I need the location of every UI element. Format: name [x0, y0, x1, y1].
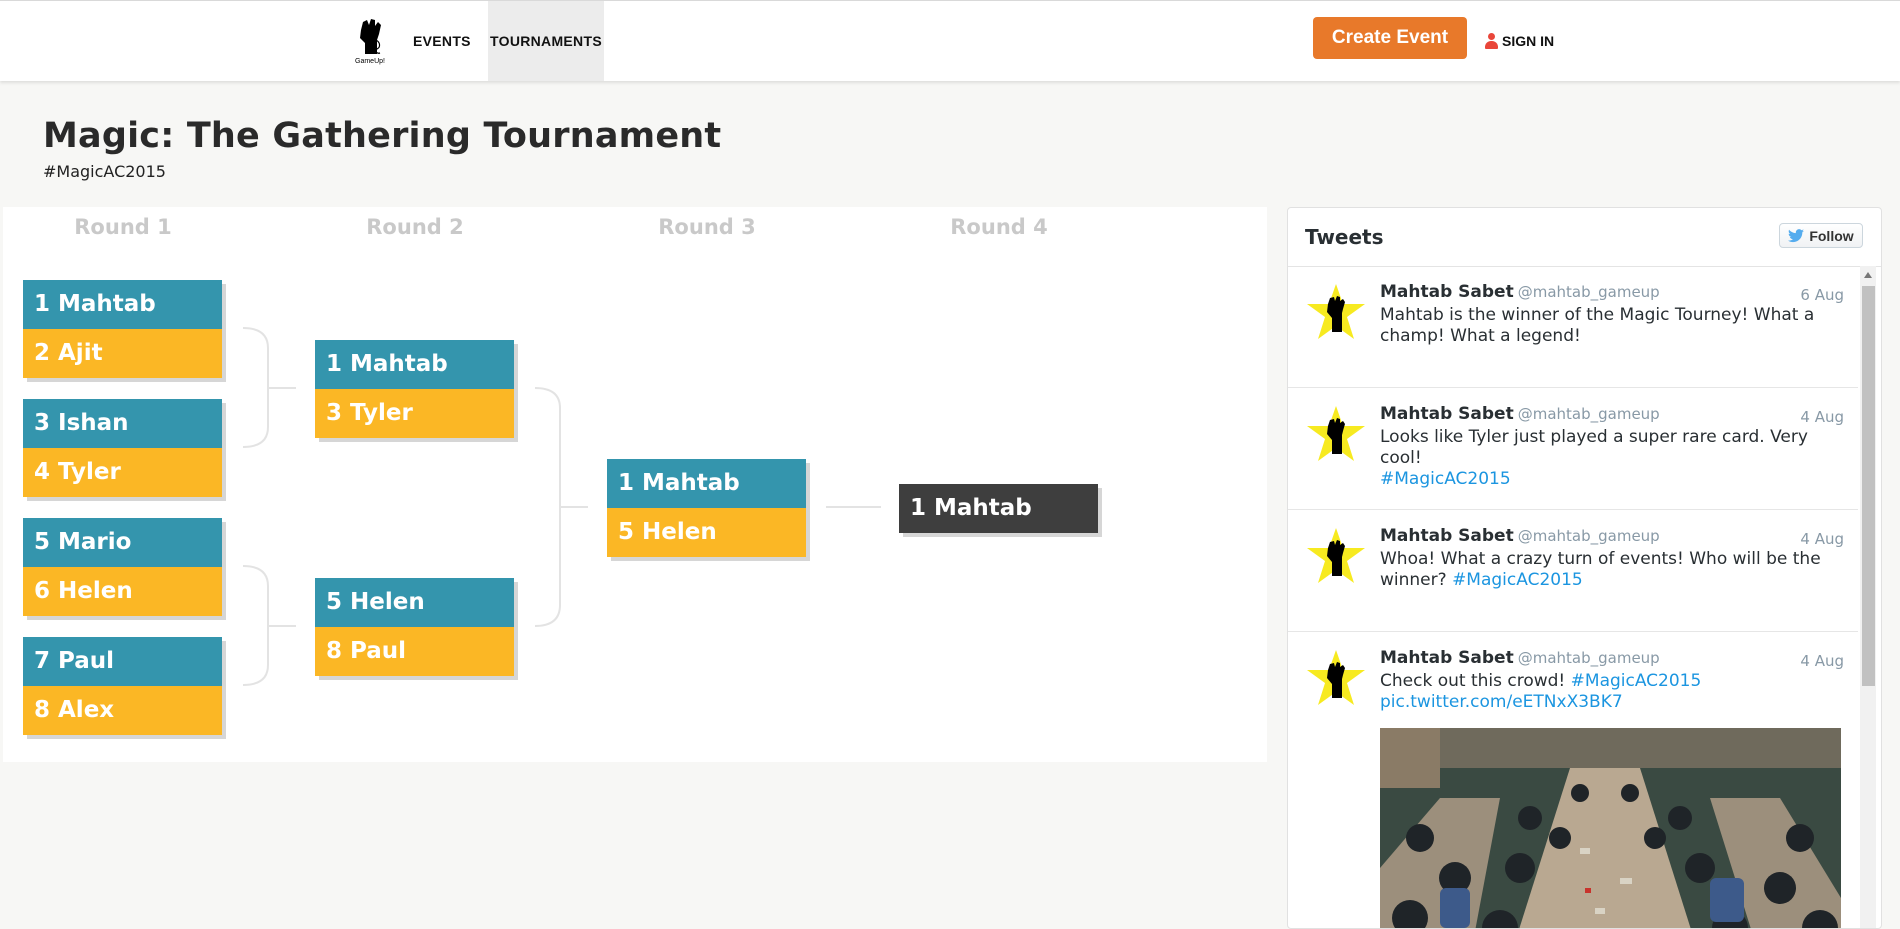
create-event-button[interactable]: Create Event — [1313, 17, 1467, 59]
player-slot[interactable]: 6 Helen — [23, 567, 222, 616]
author-name: Mahtab Sabet — [1380, 282, 1514, 302]
logo-text: GameUp! — [355, 58, 385, 65]
player-slot[interactable]: 1 Mahtab — [23, 280, 222, 329]
author-name: Mahtab Sabet — [1380, 648, 1514, 668]
round-label-3: Round 3 — [658, 215, 756, 239]
sign-in-link[interactable]: SIGN IN — [1485, 30, 1554, 52]
player-slot[interactable]: 2 Ajit — [23, 329, 222, 378]
hashtag-link[interactable]: #MagicAC2015 — [1452, 570, 1583, 590]
player-slot[interactable]: 1 Mahtab — [607, 459, 806, 508]
avatar[interactable] — [1304, 526, 1368, 590]
sign-in-label: SIGN IN — [1502, 33, 1555, 49]
match-r1-4: 7 Paul 8 Alex — [23, 637, 222, 735]
player-slot[interactable]: 7 Paul — [23, 637, 222, 686]
avatar[interactable] — [1304, 648, 1368, 712]
match-r2-2: 5 Helen 8 Paul — [315, 578, 514, 676]
tweet-text: Mahtab is the winner of the Magic Tourne… — [1380, 305, 1845, 347]
star-fist-avatar-icon — [1307, 528, 1365, 583]
player-slot[interactable]: 4 Tyler — [23, 448, 222, 497]
match-r2-1: 1 Mahtab 3 Tyler — [315, 340, 514, 438]
player-slot[interactable]: 5 Mario — [23, 518, 222, 567]
tweets-widget: Tweets Follow Mahtab Sabet @mahtab_gameup… — [1287, 207, 1882, 929]
match-final: 1 Mahtab — [899, 484, 1098, 533]
tweet-item: Mahtab Sabet @mahtab_gameup 4 Aug Looks l… — [1288, 388, 1858, 510]
star-fist-avatar-icon — [1307, 406, 1365, 461]
match-r1-3: 5 Mario 6 Helen — [23, 518, 222, 616]
nav-tournaments[interactable]: TOURNAMENTS — [488, 1, 604, 81]
author-handle: @mahtab_gameup — [1517, 283, 1660, 301]
top-navbar: GameUp! EVENTS TOURNAMENTS Create Event … — [0, 0, 1900, 81]
tweet-body: Mahtab is the winner of the Magic Tourne… — [1380, 305, 1815, 346]
author-handle: @mahtab_gameup — [1517, 649, 1660, 667]
follow-label: Follow — [1809, 227, 1854, 244]
player-slot[interactable]: 1 Mahtab — [315, 340, 514, 389]
page-title: Magic: The Gathering Tournament — [43, 116, 722, 156]
star-fist-avatar-icon — [1307, 650, 1365, 705]
tweet-item: Mahtab Sabet @mahtab_gameup 6 Aug Mahtab … — [1288, 266, 1858, 388]
author-name: Mahtab Sabet — [1380, 404, 1514, 424]
star-fist-avatar-icon — [1307, 284, 1365, 339]
tweet-date[interactable]: 6 Aug — [1800, 286, 1844, 304]
author-handle: @mahtab_gameup — [1517, 405, 1660, 423]
hashtag-link[interactable]: #MagicAC2015 — [1571, 671, 1702, 691]
tweet-author[interactable]: Mahtab Sabet @mahtab_gameup — [1380, 526, 1660, 546]
tweet-text: Check out this crowd! #MagicAC2015 pic.t… — [1380, 671, 1845, 713]
nav-events[interactable]: EVENTS — [413, 1, 471, 81]
tweet-text: Looks like Tyler just played a super rar… — [1380, 427, 1845, 490]
round-label-4: Round 4 — [950, 215, 1048, 239]
tournament-bracket: Round 1 Round 2 Round 3 Round 4 1 Mahtab… — [3, 207, 1267, 762]
fist-logo-icon — [360, 19, 381, 54]
tweet-date[interactable]: 4 Aug — [1800, 408, 1844, 426]
round-label-1: Round 1 — [74, 215, 172, 239]
tweet-item: Mahtab Sabet @mahtab_gameup 4 Aug Whoa! W… — [1288, 510, 1858, 632]
scroll-thumb[interactable] — [1862, 286, 1875, 686]
tweet-author[interactable]: Mahtab Sabet @mahtab_gameup — [1380, 282, 1660, 302]
tweet-date[interactable]: 4 Aug — [1800, 530, 1844, 548]
tweet-author[interactable]: Mahtab Sabet @mahtab_gameup — [1380, 404, 1660, 424]
author-handle: @mahtab_gameup — [1517, 527, 1660, 545]
tweet-text: Whoa! What a crazy turn of events! Who w… — [1380, 549, 1845, 591]
tweet-item: Mahtab Sabet @mahtab_gameup 4 Aug Check o… — [1288, 632, 1858, 928]
player-slot[interactable]: 5 Helen — [607, 508, 806, 557]
player-slot[interactable]: 5 Helen — [315, 578, 514, 627]
tweet-body: Check out this crowd! — [1380, 671, 1566, 691]
winner-slot[interactable]: 1 Mahtab — [899, 484, 1098, 533]
author-name: Mahtab Sabet — [1380, 526, 1514, 546]
follow-button[interactable]: Follow — [1779, 223, 1863, 248]
pic-link[interactable]: pic.twitter.com/eETNxX3BK7 — [1380, 692, 1623, 712]
avatar[interactable] — [1304, 404, 1368, 468]
tweets-title: Tweets — [1305, 225, 1384, 249]
tweet-photo[interactable] — [1380, 728, 1841, 928]
player-slot[interactable]: 3 Tyler — [315, 389, 514, 438]
tweet-date[interactable]: 4 Aug — [1800, 652, 1844, 670]
player-slot[interactable]: 8 Paul — [315, 627, 514, 676]
crowd-photo — [1380, 728, 1841, 928]
match-r3-1: 1 Mahtab 5 Helen — [607, 459, 806, 557]
tweets-header: Tweets Follow — [1288, 208, 1881, 267]
tweet-body: Whoa! What a crazy turn of events! Who w… — [1380, 549, 1821, 590]
match-r1-2: 3 Ishan 4 Tyler — [23, 399, 222, 497]
tweet-body: Looks like Tyler just played a super rar… — [1380, 427, 1808, 468]
gameup-logo[interactable]: GameUp! — [350, 16, 390, 68]
avatar[interactable] — [1304, 282, 1368, 346]
twitter-bird-icon — [1788, 228, 1805, 243]
user-icon — [1485, 33, 1498, 49]
player-slot[interactable]: 8 Alex — [23, 686, 222, 735]
round-label-2: Round 2 — [366, 215, 464, 239]
hashtag-link[interactable]: #MagicAC2015 — [1380, 469, 1511, 489]
tweets-scrollbar[interactable] — [1860, 266, 1876, 928]
match-r1-1: 1 Mahtab 2 Ajit — [23, 280, 222, 378]
event-hashtag: #MagicAC2015 — [43, 162, 166, 181]
scroll-up-arrow-icon[interactable] — [1864, 272, 1872, 278]
tweet-author[interactable]: Mahtab Sabet @mahtab_gameup — [1380, 648, 1660, 668]
player-slot[interactable]: 3 Ishan — [23, 399, 222, 448]
